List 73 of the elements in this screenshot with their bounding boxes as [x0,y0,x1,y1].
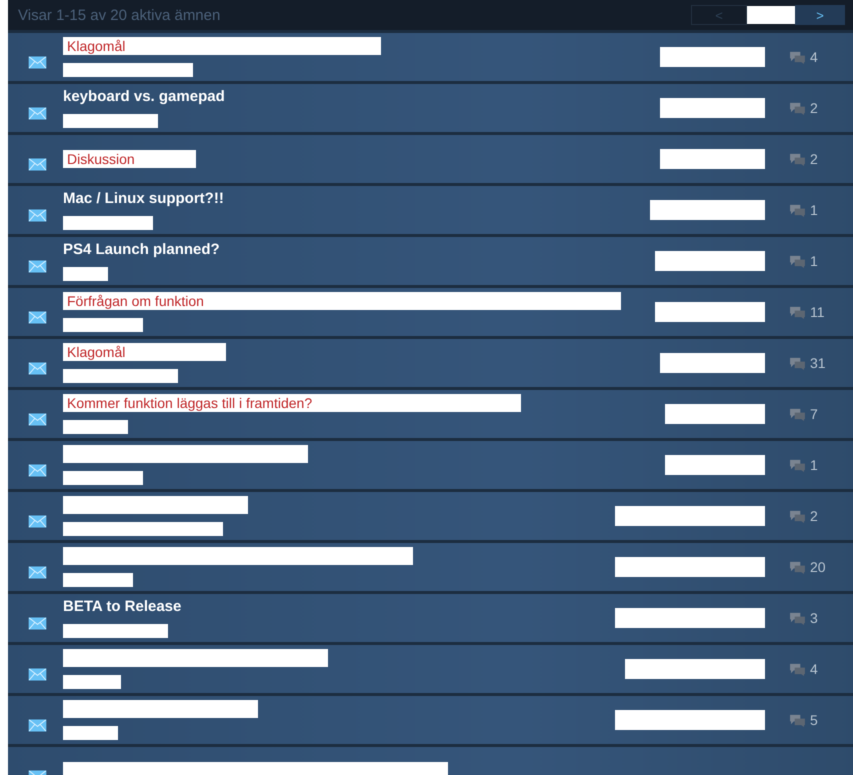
reply-count: 7 [810,406,818,422]
topic-title[interactable]: PS4 Launch planned? [63,241,220,259]
topic-row[interactable]: BETA to Release 3 [8,591,853,642]
envelope-icon [28,362,47,374]
speech-bubbles-icon [789,306,806,318]
speech-bubbles-icon [789,714,806,726]
redaction-box [63,675,121,689]
reply-count: 3 [810,610,818,626]
speech-bubbles-icon [789,356,806,370]
speech-bubbles-icon [789,612,806,624]
topic-row[interactable]: Klagomål 4 [8,30,853,81]
redaction-box [63,420,128,434]
reply-count: 4 [810,661,818,677]
topic-row[interactable]: Klagomål 31 [8,336,853,387]
topic-title[interactable]: Mac / Linux support?!! [63,190,224,208]
reply-count: 2 [810,508,818,524]
redaction-box [63,726,118,740]
annotated-topic-title: Klagomål [63,343,226,361]
speech-bubbles-icon [789,102,806,114]
envelope-icon [28,412,47,426]
envelope-icon [28,464,47,476]
topic-row[interactable]: Förfrågan om funktion 11 [8,285,853,336]
speech-bubbles-icon [789,510,806,522]
speech-bubbles-icon [789,254,806,268]
speech-bubbles-icon [789,458,806,472]
envelope-icon [28,56,47,68]
envelope-icon [28,514,47,528]
annotated-topic-title: Förfrågan om funktion [63,292,621,310]
topic-row[interactable]: Mac / Linux support?!! 1 [8,183,853,234]
topic-title[interactable]: keyboard vs. gamepad [63,88,225,106]
envelope-icon [28,616,47,630]
speech-bubbles-icon [789,560,806,574]
envelope-icon [28,310,47,324]
topic-row[interactable]: PS4 Launch planned? 1 [8,234,853,285]
annotated-topic-title: Kommer funktion läggas till i framtiden? [63,394,521,412]
topic-count-text: Visar 1-15 av 20 aktiva ämnen [18,6,220,24]
speech-bubbles-icon [789,50,806,64]
envelope-icon [28,260,47,272]
reply-count: 1 [810,253,818,269]
reply-count: 11 [810,304,825,320]
reply-count: 31 [810,355,826,371]
topic-title[interactable]: BETA to Release [63,598,182,616]
speech-bubbles-icon [789,152,806,166]
envelope-icon [28,208,47,222]
envelope-icon [28,106,47,120]
topic-row[interactable]: 5 [8,693,853,744]
reply-count: 1 [810,457,818,473]
reply-count: 1 [810,202,818,218]
topic-row[interactable]: Diskussion 2 [8,132,853,183]
topic-row[interactable]: 20 [8,540,853,591]
envelope-icon [28,668,47,680]
speech-bubbles-icon [789,662,806,676]
reply-count: 20 [810,559,826,575]
annotated-topic-title: Diskussion [63,150,196,168]
speech-bubbles-icon [789,204,806,216]
redaction-box [63,573,133,587]
speech-bubbles-icon [789,408,806,420]
annotated-topic-title: Klagomål [63,37,381,55]
envelope-icon [28,566,47,578]
next-page-button[interactable]: > [795,5,845,25]
topic-row[interactable]: 2 [8,489,853,540]
topic-row[interactable]: 1 [8,438,853,489]
topic-row[interactable]: Kommer funktion läggas till i framtiden? 7 [8,387,853,438]
redaction-box [63,267,108,281]
topic-row[interactable]: keyboard vs. gamepad 2 [8,81,853,132]
reply-count: 5 [810,712,818,728]
topic-row[interactable]: 4 [8,642,853,693]
redaction-box [747,6,795,24]
envelope-icon [28,158,47,170]
reply-count: 4 [810,49,818,65]
envelope-icon [28,718,47,732]
reply-count: 2 [810,100,818,116]
reply-count: 2 [810,151,818,167]
